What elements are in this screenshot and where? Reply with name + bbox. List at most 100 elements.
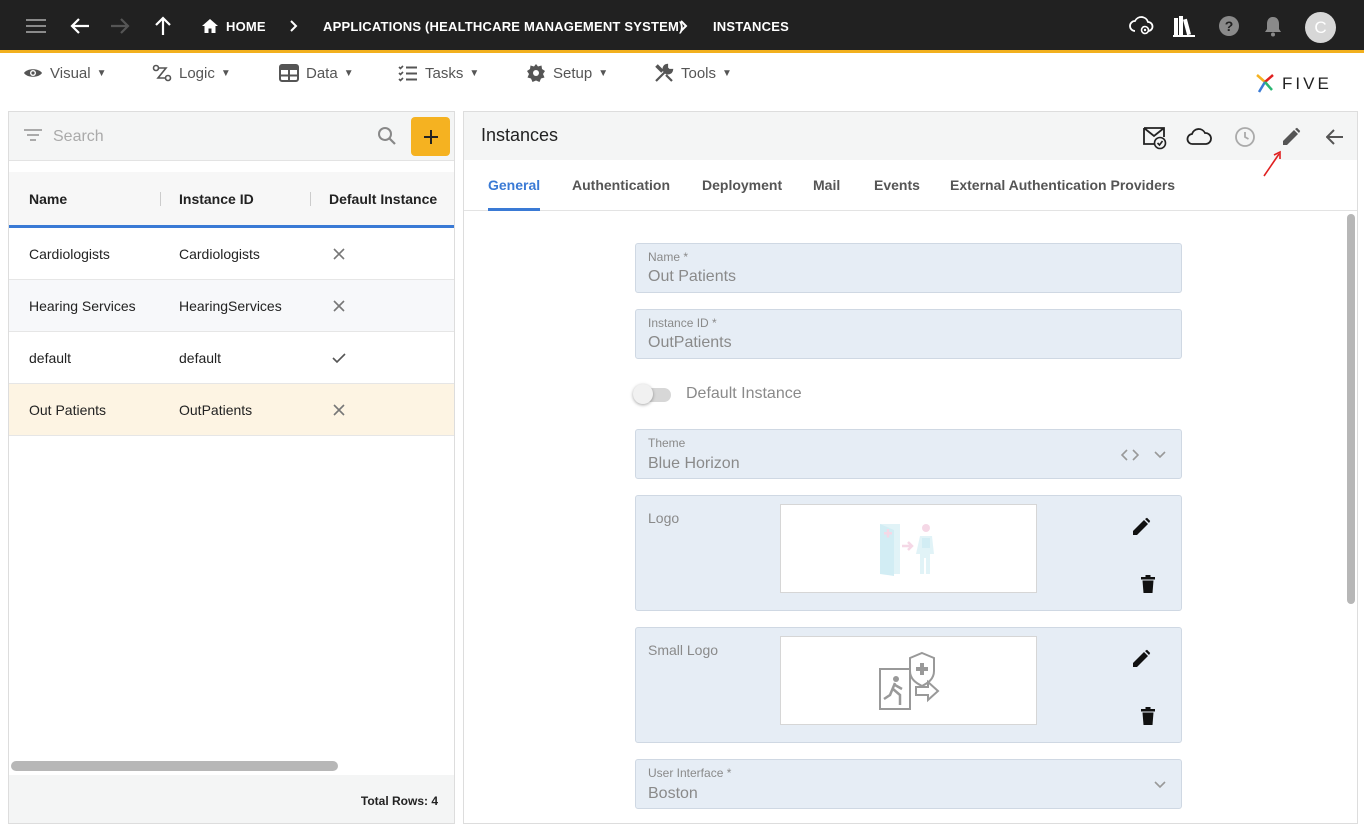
row-instance-id: OutPatients	[179, 402, 253, 418]
menu-data-label: Data	[306, 64, 338, 82]
grid-footer: Total Rows: 4	[9, 775, 454, 823]
table-icon	[279, 64, 299, 82]
top-bar: HOME APPLICATIONS (HEALTHCARE MANAGEMENT…	[0, 0, 1364, 53]
history-clock-icon[interactable]	[1232, 124, 1258, 150]
cross-icon	[333, 404, 345, 416]
row-name: Out Patients	[29, 402, 107, 418]
row-instance-id: Cardiologists	[179, 246, 260, 262]
back-arrow-icon[interactable]	[67, 13, 93, 39]
form-header: Instances	[464, 112, 1357, 177]
breadcrumb-home[interactable]: HOME	[226, 0, 266, 53]
code-icon[interactable]	[1121, 448, 1139, 462]
instance-form-panel: Instances General Authentication Deploym…	[463, 111, 1358, 824]
small-logo-field: Small Logo	[635, 627, 1182, 743]
logic-icon	[152, 64, 172, 82]
breadcrumb-instances[interactable]: INSTANCES	[713, 0, 789, 53]
checkmark-icon	[332, 353, 346, 364]
tab-events[interactable]: Events	[874, 177, 920, 193]
tools-icon	[655, 63, 674, 82]
row-instance-id: HearingServices	[179, 298, 282, 314]
menu-data[interactable]: Data ▼	[279, 62, 354, 84]
home-icon[interactable]	[197, 13, 223, 39]
hamburger-menu-icon[interactable]	[23, 13, 49, 39]
tab-mail[interactable]: Mail	[813, 177, 840, 193]
notification-bell-icon[interactable]	[1260, 13, 1286, 39]
menu-tasks-label: Tasks	[425, 64, 464, 82]
five-logo: FIVE	[1254, 70, 1344, 98]
logo-image	[780, 504, 1037, 593]
search-icon[interactable]	[377, 126, 397, 146]
row-name: Hearing Services	[29, 298, 136, 314]
caret-down-icon: ▼	[220, 67, 231, 79]
column-divider[interactable]	[160, 192, 161, 206]
horizontal-scrollbar[interactable]	[11, 761, 338, 771]
edit-pencil-icon	[1133, 649, 1151, 667]
instances-list-panel: Name Instance ID Default Instance Cardio…	[8, 111, 455, 824]
tab-deployment[interactable]: Deployment	[702, 177, 782, 193]
menu-visual-label: Visual	[50, 64, 91, 82]
filter-icon[interactable]	[23, 127, 43, 143]
column-divider[interactable]	[310, 192, 311, 206]
user-interface-select[interactable]: User Interface * Boston	[635, 759, 1182, 809]
edit-small-logo-button[interactable]	[1130, 648, 1152, 670]
vertical-scrollbar[interactable]	[1347, 214, 1355, 604]
theme-select[interactable]: Theme Blue Horizon	[635, 429, 1182, 479]
user-avatar[interactable]: C	[1305, 12, 1336, 43]
chevron-right-icon	[680, 20, 688, 32]
column-header-instance-id[interactable]: Instance ID	[179, 172, 254, 225]
logo-field-label: Logo	[648, 510, 680, 526]
menu-bar: Visual ▼ Logic ▼ Data ▼ Tasks ▼ Setup ▼ …	[0, 56, 1364, 100]
menu-visual[interactable]: Visual ▼	[23, 62, 107, 84]
theme-field-label: Theme	[648, 436, 686, 450]
user-interface-field-value: Boston	[648, 785, 698, 802]
chevron-down-icon[interactable]	[1153, 778, 1167, 792]
search-input[interactable]	[53, 124, 363, 150]
breadcrumb-application[interactable]: APPLICATIONS (HEALTHCARE MANAGEMENT SYST…	[323, 0, 684, 53]
table-row[interactable]: Hearing Services HearingServices	[9, 280, 454, 332]
add-instance-button[interactable]	[411, 117, 450, 156]
delete-small-logo-button[interactable]	[1137, 705, 1159, 727]
default-instance-toggle-knob[interactable]	[633, 384, 653, 404]
small-logo-image	[780, 636, 1037, 725]
help-icon[interactable]: ?	[1216, 13, 1242, 39]
menu-logic[interactable]: Logic ▼	[152, 62, 231, 84]
table-row[interactable]: default default	[9, 332, 454, 384]
five-logo-mark-icon	[1256, 74, 1274, 93]
name-field[interactable]: Name * Out Patients	[635, 243, 1182, 293]
table-row-selected[interactable]: Out Patients OutPatients	[9, 384, 454, 436]
cloud-icon[interactable]	[1186, 124, 1212, 150]
column-header-default-instance[interactable]: Default Instance	[329, 172, 437, 225]
edit-pencil-icon	[1133, 517, 1151, 535]
cloud-settings-icon[interactable]	[1128, 13, 1154, 39]
menu-setup[interactable]: Setup ▼	[526, 62, 608, 84]
chevron-down-icon[interactable]	[1153, 448, 1167, 462]
menu-tasks[interactable]: Tasks ▼	[398, 62, 479, 84]
column-header-name[interactable]: Name	[29, 172, 67, 225]
instance-id-field-value: OutPatients	[648, 334, 732, 351]
svg-text:?: ?	[1225, 18, 1234, 34]
tab-general[interactable]: General	[488, 177, 540, 193]
form-title: Instances	[481, 125, 559, 145]
row-name: Cardiologists	[29, 246, 110, 262]
mail-verified-icon[interactable]	[1142, 124, 1168, 150]
forward-arrow-icon[interactable]	[107, 13, 133, 39]
table-row[interactable]: Cardiologists Cardiologists	[9, 228, 454, 280]
search-bar	[9, 112, 454, 161]
gear-icon	[527, 64, 545, 82]
tab-authentication[interactable]: Authentication	[572, 177, 670, 193]
menu-tools[interactable]: Tools ▼	[654, 62, 732, 84]
back-arrow-icon[interactable]	[1322, 124, 1348, 150]
row-instance-id: default	[179, 350, 222, 366]
name-field-value: Out Patients	[648, 268, 737, 285]
trash-icon	[1141, 707, 1155, 725]
edit-pencil-icon[interactable]	[1278, 124, 1304, 150]
delete-logo-button[interactable]	[1137, 573, 1159, 595]
small-logo-field-label: Small Logo	[648, 642, 719, 658]
edit-logo-button[interactable]	[1130, 516, 1152, 538]
instance-id-field[interactable]: Instance ID * OutPatients	[635, 309, 1182, 359]
tab-external-authentication-providers[interactable]: External Authentication Providers	[950, 177, 1175, 193]
up-arrow-icon[interactable]	[150, 13, 176, 39]
caret-down-icon: ▼	[469, 67, 480, 79]
caret-down-icon: ▼	[96, 67, 107, 79]
library-icon[interactable]	[1171, 13, 1197, 39]
